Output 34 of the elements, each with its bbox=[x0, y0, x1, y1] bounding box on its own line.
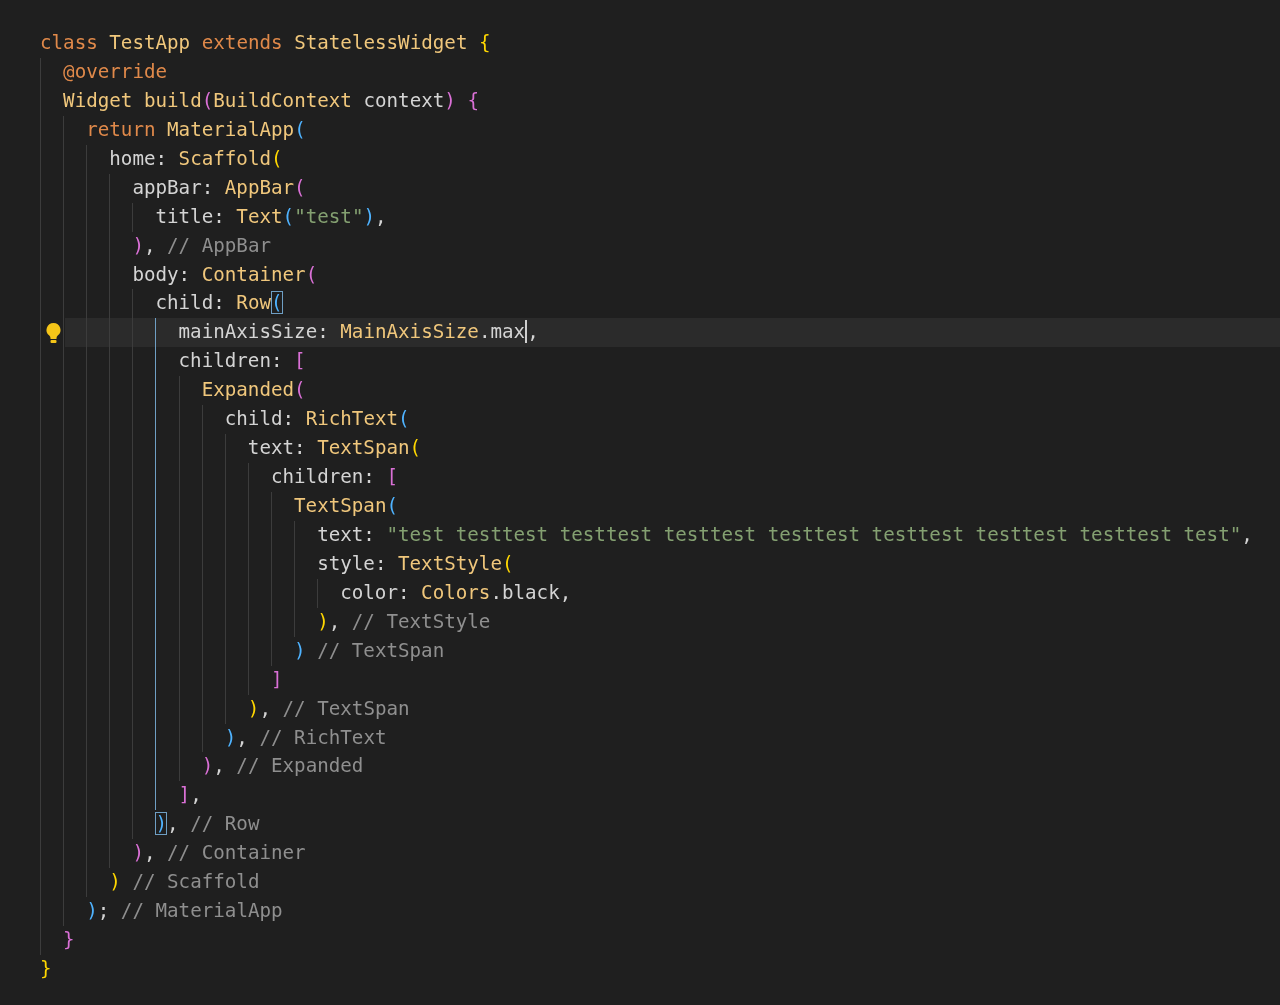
code-line: ), // Expanded bbox=[201, 753, 364, 780]
code-line: ); // MaterialApp bbox=[86, 898, 283, 925]
code-line: Widget build(BuildContext context) { bbox=[63, 87, 479, 114]
code-line: } bbox=[40, 956, 52, 982]
code-line: ), // TextSpan bbox=[247, 695, 410, 722]
code-line: color: Colors.black, bbox=[340, 579, 572, 606]
code-line: @override bbox=[63, 58, 168, 85]
code-line: children: [ bbox=[270, 464, 399, 491]
code-line: ] bbox=[270, 666, 283, 693]
code-line: ), // Container bbox=[132, 840, 306, 867]
code-line: child: Row( bbox=[155, 290, 283, 317]
code-line: body: Container( bbox=[132, 261, 318, 288]
code-line: } bbox=[63, 927, 75, 954]
code-line: style: TextStyle( bbox=[317, 550, 514, 577]
code-line: return MaterialApp( bbox=[86, 116, 306, 143]
code-line: ) // Scaffold bbox=[109, 869, 260, 896]
lightbulb-icon[interactable] bbox=[45, 322, 62, 345]
code-line: home: Scaffold( bbox=[109, 145, 283, 172]
code-line: ), // Row bbox=[155, 811, 260, 838]
code-line: mainAxisSize: MainAxisSize.max, bbox=[178, 319, 539, 346]
code-line: text: "test testtest testtest testtest testtest testtest testtest testtest test", bbox=[317, 521, 1253, 548]
code-line: ) // TextSpan bbox=[294, 637, 445, 664]
code-line: ), // AppBar bbox=[132, 232, 272, 259]
code-line: ), // TextStyle bbox=[317, 608, 491, 635]
code-line: class TestApp extends StatelessWidget { bbox=[40, 30, 491, 56]
code-line: children: [ bbox=[178, 348, 306, 375]
code-line: child: RichText( bbox=[224, 406, 410, 433]
code-line: Expanded( bbox=[201, 377, 306, 404]
code-line: appBar: AppBar( bbox=[132, 174, 306, 201]
code-line: text: TextSpan( bbox=[247, 435, 422, 462]
code-line: ), // RichText bbox=[224, 724, 387, 751]
code-line: ], bbox=[178, 782, 202, 809]
code-line: TextSpan( bbox=[294, 493, 398, 519]
code-line: title: Text("test"), bbox=[155, 203, 387, 230]
